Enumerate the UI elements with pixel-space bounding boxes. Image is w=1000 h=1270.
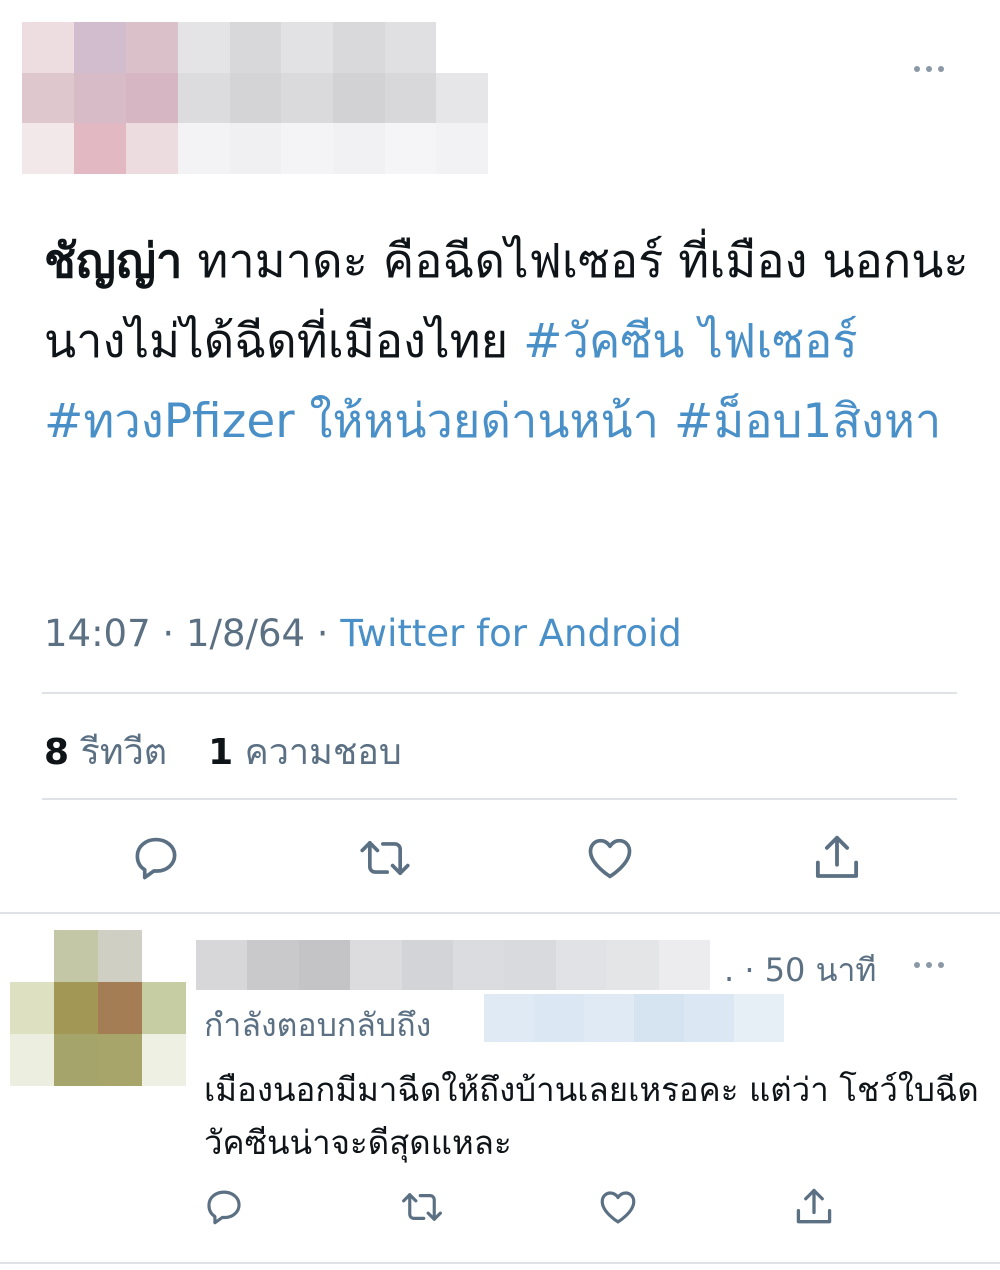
reply-button[interactable] — [128, 830, 184, 886]
reply-icon — [207, 1190, 241, 1225]
hashtag-vaccine-pfizer[interactable]: #วัคซีน ไฟเซอร์ — [523, 314, 858, 369]
retweet-count-link[interactable]: 8 รีทวีต — [44, 732, 179, 773]
tweet-separator — [0, 912, 1000, 914]
retweet-count: 8 — [44, 732, 70, 773]
author-avatar-blurred[interactable] — [22, 22, 178, 174]
tweet-stats: 8 รีทวีต 1 ความชอบ — [44, 723, 402, 780]
reply-timestamp[interactable]: . · 50 นาที — [724, 945, 877, 996]
reply-like-button[interactable] — [594, 1185, 642, 1229]
more-options-icon[interactable] — [914, 66, 944, 72]
like-count-link[interactable]: 1 ความชอบ — [208, 732, 402, 773]
reply-avatar-blurred[interactable] — [10, 930, 186, 1086]
reply-reply-button[interactable] — [200, 1185, 248, 1229]
reply-author-blurred[interactable] — [196, 940, 710, 990]
reply-share-button[interactable] — [790, 1184, 838, 1230]
heart-icon — [600, 1191, 636, 1224]
tweet-source[interactable]: Twitter for Android — [340, 612, 681, 655]
hashtag-mob-1-august[interactable]: #ม็อบ1สิงหา — [674, 394, 941, 449]
reply-retweet-button[interactable] — [396, 1185, 448, 1229]
tweet-time[interactable]: 14:07 — [44, 612, 151, 655]
retweet-label: รีทวีต — [80, 732, 168, 773]
heart-icon — [588, 838, 632, 879]
like-count: 1 — [208, 732, 234, 773]
share-icon — [815, 835, 859, 878]
replying-to: กำลังตอบกลับถึง — [204, 1000, 431, 1051]
like-label: ความชอบ — [244, 732, 402, 773]
reply-more-options-icon[interactable] — [914, 962, 944, 968]
retweet-button[interactable] — [354, 830, 416, 886]
tweet-date[interactable]: 1/8/64 — [186, 612, 305, 655]
reply-text: เมืองนอกมีมาฉีดให้ถึงบ้านเลยเหรอคะ แต่ว่… — [204, 1070, 979, 1162]
replying-to-label: กำลังตอบกลับถึง — [204, 1006, 432, 1044]
reply-time-ago: 50 นาที — [764, 951, 877, 989]
replying-to-handle-blurred[interactable] — [484, 994, 784, 1042]
like-button[interactable] — [582, 830, 638, 886]
reply-icon — [135, 837, 177, 880]
divider — [42, 798, 957, 800]
tweet-text: ชัญญ่า ทามาดะ คือฉีดไฟเซอร์ ที่เมือง นอก… — [44, 222, 974, 462]
share-button[interactable] — [808, 830, 866, 886]
share-icon — [796, 1188, 832, 1224]
tweet-author-mention: ชัญญ่า — [44, 234, 183, 289]
reply-separator — [0, 1262, 1000, 1264]
divider — [42, 692, 957, 694]
author-name-blurred[interactable] — [178, 22, 488, 174]
hashtag-demand-pfizer[interactable]: #ทวงPfizer ให้หน่วยด่านหน้า — [44, 394, 659, 449]
retweet-icon — [360, 840, 410, 876]
tweet-meta: 14:07 · 1/8/64 · Twitter for Android — [44, 612, 682, 655]
retweet-icon — [402, 1193, 442, 1221]
